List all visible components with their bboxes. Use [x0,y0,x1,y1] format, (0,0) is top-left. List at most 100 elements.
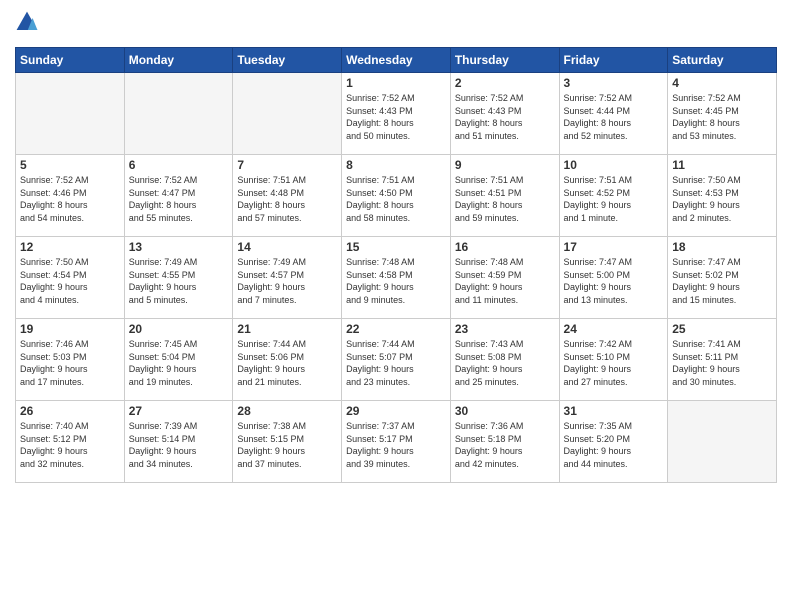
day-number: 25 [672,322,772,336]
calendar-cell: 28 Sunrise: 7:38 AM Sunset: 5:15 PM Dayli… [233,401,342,483]
day-number: 31 [564,404,664,418]
day-number: 12 [20,240,120,254]
day-info: Sunrise: 7:50 AM Sunset: 4:53 PM Dayligh… [672,174,772,224]
day-info: Sunrise: 7:44 AM Sunset: 5:06 PM Dayligh… [237,338,337,388]
day-info: Sunrise: 7:43 AM Sunset: 5:08 PM Dayligh… [455,338,555,388]
calendar-week-row: 12 Sunrise: 7:50 AM Sunset: 4:54 PM Dayli… [16,237,777,319]
calendar-cell: 23 Sunrise: 7:43 AM Sunset: 5:08 PM Dayli… [450,319,559,401]
day-number: 17 [564,240,664,254]
calendar-cell: 2 Sunrise: 7:52 AM Sunset: 4:43 PM Daylig… [450,73,559,155]
day-number: 8 [346,158,446,172]
weekday-header: Monday [124,48,233,73]
day-number: 18 [672,240,772,254]
day-number: 15 [346,240,446,254]
calendar-cell: 10 Sunrise: 7:51 AM Sunset: 4:52 PM Dayli… [559,155,668,237]
day-number: 29 [346,404,446,418]
day-info: Sunrise: 7:46 AM Sunset: 5:03 PM Dayligh… [20,338,120,388]
calendar-cell: 20 Sunrise: 7:45 AM Sunset: 5:04 PM Dayli… [124,319,233,401]
day-number: 3 [564,76,664,90]
calendar-cell: 26 Sunrise: 7:40 AM Sunset: 5:12 PM Dayli… [16,401,125,483]
day-number: 4 [672,76,772,90]
day-number: 30 [455,404,555,418]
day-number: 19 [20,322,120,336]
day-number: 22 [346,322,446,336]
calendar-cell [124,73,233,155]
day-number: 9 [455,158,555,172]
day-info: Sunrise: 7:37 AM Sunset: 5:17 PM Dayligh… [346,420,446,470]
day-number: 2 [455,76,555,90]
weekday-header: Sunday [16,48,125,73]
calendar-cell: 17 Sunrise: 7:47 AM Sunset: 5:00 PM Dayli… [559,237,668,319]
day-number: 10 [564,158,664,172]
calendar-table: SundayMondayTuesdayWednesdayThursdayFrid… [15,47,777,483]
day-info: Sunrise: 7:47 AM Sunset: 5:00 PM Dayligh… [564,256,664,306]
day-info: Sunrise: 7:48 AM Sunset: 4:58 PM Dayligh… [346,256,446,306]
calendar-cell: 31Sunrise: 7:35 AM Sunset: 5:20 PM Dayli… [559,401,668,483]
calendar-cell: 21 Sunrise: 7:44 AM Sunset: 5:06 PM Dayli… [233,319,342,401]
calendar-cell: 22 Sunrise: 7:44 AM Sunset: 5:07 PM Dayli… [342,319,451,401]
day-number: 1 [346,76,446,90]
calendar-cell: 15 Sunrise: 7:48 AM Sunset: 4:58 PM Dayli… [342,237,451,319]
day-info: Sunrise: 7:40 AM Sunset: 5:12 PM Dayligh… [20,420,120,470]
logo-icon [15,10,39,34]
day-info: Sunrise: 7:51 AM Sunset: 4:48 PM Dayligh… [237,174,337,224]
calendar-cell: 3 Sunrise: 7:52 AM Sunset: 4:44 PM Daylig… [559,73,668,155]
calendar-cell: 29 Sunrise: 7:37 AM Sunset: 5:17 PM Dayli… [342,401,451,483]
day-number: 26 [20,404,120,418]
day-info: Sunrise: 7:52 AM Sunset: 4:44 PM Dayligh… [564,92,664,142]
calendar-cell: 9Sunrise: 7:51 AM Sunset: 4:51 PM Daylig… [450,155,559,237]
day-info: Sunrise: 7:39 AM Sunset: 5:14 PM Dayligh… [129,420,229,470]
day-number: 27 [129,404,229,418]
day-info: Sunrise: 7:38 AM Sunset: 5:15 PM Dayligh… [237,420,337,470]
weekday-header: Friday [559,48,668,73]
calendar-week-row: 19 Sunrise: 7:46 AM Sunset: 5:03 PM Dayli… [16,319,777,401]
day-info: Sunrise: 7:41 AM Sunset: 5:11 PM Dayligh… [672,338,772,388]
day-info: Sunrise: 7:50 AM Sunset: 4:54 PM Dayligh… [20,256,120,306]
calendar-cell [668,401,777,483]
calendar-cell: 11 Sunrise: 7:50 AM Sunset: 4:53 PM Dayli… [668,155,777,237]
day-number: 7 [237,158,337,172]
day-info: Sunrise: 7:51 AM Sunset: 4:52 PM Dayligh… [564,174,664,224]
calendar-cell [16,73,125,155]
day-number: 16 [455,240,555,254]
calendar-week-row: 26 Sunrise: 7:40 AM Sunset: 5:12 PM Dayli… [16,401,777,483]
weekday-header: Wednesday [342,48,451,73]
day-number: 21 [237,322,337,336]
day-info: Sunrise: 7:52 AM Sunset: 4:43 PM Dayligh… [346,92,446,142]
calendar-cell: 30 Sunrise: 7:36 AM Sunset: 5:18 PM Dayli… [450,401,559,483]
day-info: Sunrise: 7:47 AM Sunset: 5:02 PM Dayligh… [672,256,772,306]
calendar-cell: 13 Sunrise: 7:49 AM Sunset: 4:55 PM Dayli… [124,237,233,319]
day-number: 28 [237,404,337,418]
day-number: 13 [129,240,229,254]
day-info: Sunrise: 7:36 AM Sunset: 5:18 PM Dayligh… [455,420,555,470]
calendar-cell: 6Sunrise: 7:52 AM Sunset: 4:47 PM Daylig… [124,155,233,237]
calendar-cell: 1 Sunrise: 7:52 AM Sunset: 4:43 PM Daylig… [342,73,451,155]
day-info: Sunrise: 7:52 AM Sunset: 4:47 PM Dayligh… [129,174,229,224]
day-info: Sunrise: 7:49 AM Sunset: 4:55 PM Dayligh… [129,256,229,306]
calendar-week-row: 5 Sunrise: 7:52 AM Sunset: 4:46 PM Daylig… [16,155,777,237]
calendar-cell: 27 Sunrise: 7:39 AM Sunset: 5:14 PM Dayli… [124,401,233,483]
day-number: 20 [129,322,229,336]
day-number: 5 [20,158,120,172]
page-container: SundayMondayTuesdayWednesdayThursdayFrid… [0,0,792,493]
calendar-cell [233,73,342,155]
calendar-cell: 5 Sunrise: 7:52 AM Sunset: 4:46 PM Daylig… [16,155,125,237]
day-number: 11 [672,158,772,172]
calendar-cell: 19 Sunrise: 7:46 AM Sunset: 5:03 PM Dayli… [16,319,125,401]
day-number: 23 [455,322,555,336]
calendar-cell: 16Sunrise: 7:48 AM Sunset: 4:59 PM Dayli… [450,237,559,319]
calendar-cell: 14Sunrise: 7:49 AM Sunset: 4:57 PM Dayli… [233,237,342,319]
day-info: Sunrise: 7:45 AM Sunset: 5:04 PM Dayligh… [129,338,229,388]
calendar-cell: 25 Sunrise: 7:41 AM Sunset: 5:11 PM Dayli… [668,319,777,401]
day-info: Sunrise: 7:52 AM Sunset: 4:46 PM Dayligh… [20,174,120,224]
day-number: 24 [564,322,664,336]
day-info: Sunrise: 7:51 AM Sunset: 4:50 PM Dayligh… [346,174,446,224]
calendar-cell: 12 Sunrise: 7:50 AM Sunset: 4:54 PM Dayli… [16,237,125,319]
weekday-header: Tuesday [233,48,342,73]
day-info: Sunrise: 7:44 AM Sunset: 5:07 PM Dayligh… [346,338,446,388]
calendar-cell: 4Sunrise: 7:52 AM Sunset: 4:45 PM Daylig… [668,73,777,155]
day-info: Sunrise: 7:52 AM Sunset: 4:43 PM Dayligh… [455,92,555,142]
weekday-header: Thursday [450,48,559,73]
day-info: Sunrise: 7:42 AM Sunset: 5:10 PM Dayligh… [564,338,664,388]
calendar-cell: 18 Sunrise: 7:47 AM Sunset: 5:02 PM Dayli… [668,237,777,319]
